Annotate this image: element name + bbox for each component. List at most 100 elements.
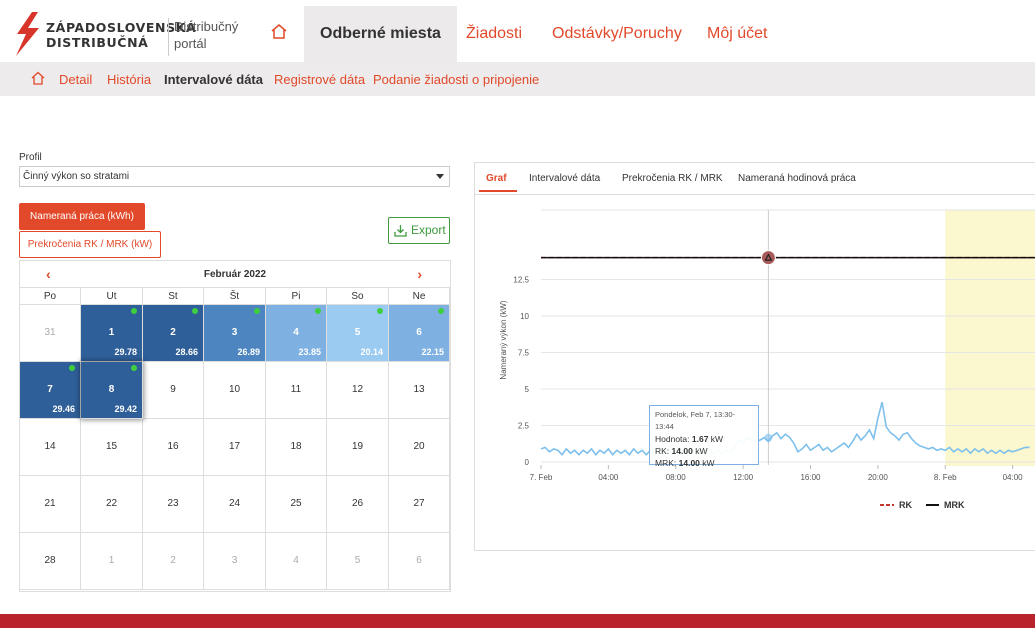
calendar-day[interactable]: 16 [143,419,204,476]
limit-marker [760,250,776,266]
status-dot-icon [131,365,137,371]
export-button[interactable]: Export [388,217,450,244]
calendar-day-number: 4 [293,555,299,566]
status-dot-icon [438,308,444,314]
x-tick-label: 04:00 [598,473,619,482]
calendar-day-number: 14 [44,441,56,452]
download-icon [394,225,407,237]
calendar-day[interactable]: 21 [20,476,81,533]
calendar-day[interactable]: 8 29.42 [81,362,143,419]
namerana-praca-button[interactable]: Nameraná práca (kWh) [19,203,145,230]
tooltip-hodnota-label: Hodnota: [655,434,690,444]
calendar-day[interactable]: 4 23.85 [266,305,327,362]
calendar-day[interactable]: 17 [204,419,266,476]
calendar-day-number: 2 [170,327,176,338]
power-chart[interactable]: 0 2.5 5 7.5 10 12.5 Nameraný výkon (kW) 7. Feb 0… [475,195,1035,550]
tab-prekrocenia[interactable]: Prekročenia RK / MRK [622,173,723,184]
export-label: Export [411,223,446,237]
calendar-day[interactable]: 7 29.46 [20,362,81,419]
calendar-day[interactable]: 22 [81,476,143,533]
calendar-day[interactable]: 24 [204,476,266,533]
calendar-day[interactable]: 25 [266,476,327,533]
y-tick-label: 2.5 [518,422,530,431]
calendar-day-number: 19 [351,441,364,452]
tooltip-mrk-unit: kW [702,458,715,468]
subnav-detail[interactable]: Detail [59,72,92,87]
tab-namerana-hodinova-praca[interactable]: Nameraná hodinová práca [738,173,856,184]
status-dot-icon [377,308,383,314]
nav-odstavky-poruchy[interactable]: Odstávky/Poruchy [552,6,682,62]
weekday-header: Št [204,288,266,305]
calendar-day-number: 9 [170,384,176,395]
calendar-day[interactable]: 20 [389,419,450,476]
x-tick-label: 04:00 [1003,473,1024,482]
nav-ziadosti[interactable]: Žiadosti [466,6,522,62]
calendar-day[interactable]: 15 [81,419,143,476]
x-tick-label: 16:00 [800,473,821,482]
calendar-day-value: 28.66 [175,347,198,357]
y-tick-label: 7.5 [518,349,530,358]
status-dot-icon [131,308,137,314]
nav-moj-ucet[interactable]: Môj účet [707,6,767,62]
y-axis-label: Nameraný výkon (kW) [499,300,508,379]
calendar-day[interactable]: 6 22.15 [389,305,450,362]
chevron-right-icon[interactable]: › [417,266,422,282]
chart-tooltip: Pondelok, Feb 7, 13:30-13:44 Hodnota: 1.… [649,405,759,468]
subnav-historia[interactable]: História [107,72,151,87]
calendar-day-number: 26 [351,498,364,509]
calendar-day-number: 25 [290,498,302,509]
calendar-day[interactable]: 11 [266,362,327,419]
calendar-day-number: 23 [167,498,179,509]
calendar-day[interactable]: 13 [389,362,450,419]
calendar-day[interactable]: 5 20.14 [327,305,389,362]
subnav-registrove-data[interactable]: Registrové dáta [274,72,365,87]
calendar-day[interactable]: 12 [327,362,389,419]
calendar-day[interactable]: 9 [143,362,204,419]
weekday-header: Pi [266,288,327,305]
calendar-day-number: 15 [105,441,118,452]
profil-select[interactable]: Činný výkon so stratami [19,166,450,187]
profil-label: Profil [19,152,42,163]
calendar-day[interactable]: 18 [266,419,327,476]
tooltip-mrk-label: MRK: [655,458,677,468]
subnav-intervalove-data[interactable]: Intervalové dáta [164,72,263,87]
portal-line-2: portál [174,36,207,51]
calendar-day[interactable]: 26 [327,476,389,533]
calendar-day-number: 22 [105,498,118,509]
subnav-podanie-ziadosti[interactable]: Podanie žiadosti o pripojenie [373,72,539,87]
portal-name: Distribučný portál [168,18,238,56]
x-tick-label: 12:00 [733,473,754,482]
calendar-day[interactable]: 23 [143,476,204,533]
calendar-day-value: 23.85 [298,347,321,357]
calendar-day[interactable]: 28 [20,533,81,590]
highlight-band [945,210,1035,466]
calendar-day[interactable]: 3 26.89 [204,305,266,362]
tab-graf[interactable]: Graf [486,173,507,184]
calendar-day-number: 1 [108,555,115,566]
home-icon[interactable] [270,23,288,45]
calendar-day-number: 17 [228,441,241,452]
tooltip-rk-value: 14.00 [671,446,693,456]
y-tick-label: 12.5 [513,276,529,285]
calendar-day: 6 [389,533,450,590]
subnav-home-icon[interactable] [31,71,45,90]
calendar-day[interactable]: 27 [389,476,450,533]
x-tick-label: 08:00 [666,473,687,482]
x-tick-label: 7. Feb [530,473,553,482]
brand-logo[interactable]: ZÁPADOSLOVENSKÁ DISTRIBUČNÁ [14,12,196,58]
prekrocenia-button[interactable]: Prekročenia RK / MRK (kW) [19,231,161,258]
calendar-day[interactable]: 10 [204,362,266,419]
weekday-header: Po [20,288,81,305]
legend-rk-label: RK [899,500,912,510]
calendar-day[interactable]: 19 [327,419,389,476]
calendar-day[interactable]: 14 [20,419,81,476]
top-navigation: ZÁPADOSLOVENSKÁ DISTRIBUČNÁ Distribučný … [0,0,1035,62]
tab-intervalove-data[interactable]: Intervalové dáta [529,173,600,184]
calendar-day-number: 28 [44,555,56,566]
calendar-day-number: 11 [290,384,302,395]
nav-odberne-miesta[interactable]: Odberné miesta [304,6,457,62]
calendar-day[interactable]: 2 28.66 [143,305,204,362]
y-tick-label: 5 [525,385,530,394]
calendar-day-number: 16 [167,441,179,452]
calendar-day[interactable]: 1 29.78 [81,305,143,362]
